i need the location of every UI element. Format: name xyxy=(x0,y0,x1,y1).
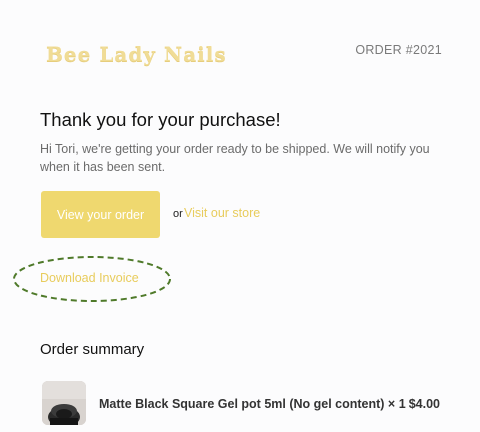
product-name: Matte Black Square Gel pot 5ml (No gel c… xyxy=(99,397,406,411)
gel-pot-image xyxy=(42,381,86,425)
confirmation-message: Hi Tori, we're getting your order ready … xyxy=(40,142,430,174)
order-number: ORDER #2021 xyxy=(355,43,442,57)
store-logo: Bee Lady Nails xyxy=(46,42,227,66)
visit-store-link[interactable]: Visit our store xyxy=(184,206,260,220)
order-confirmation-page: Bee Lady Nails ORDER #2021 Thank you for… xyxy=(0,0,480,432)
order-summary-title: Order summary xyxy=(40,341,145,358)
product-price: $4.00 xyxy=(408,397,440,411)
page-title: Thank you for your purchase! xyxy=(40,109,281,130)
product-thumbnail xyxy=(42,381,86,425)
view-order-button[interactable]: View your order xyxy=(41,191,160,238)
or-separator: or xyxy=(173,208,183,220)
download-invoice-link[interactable]: Download Invoice xyxy=(40,271,139,285)
